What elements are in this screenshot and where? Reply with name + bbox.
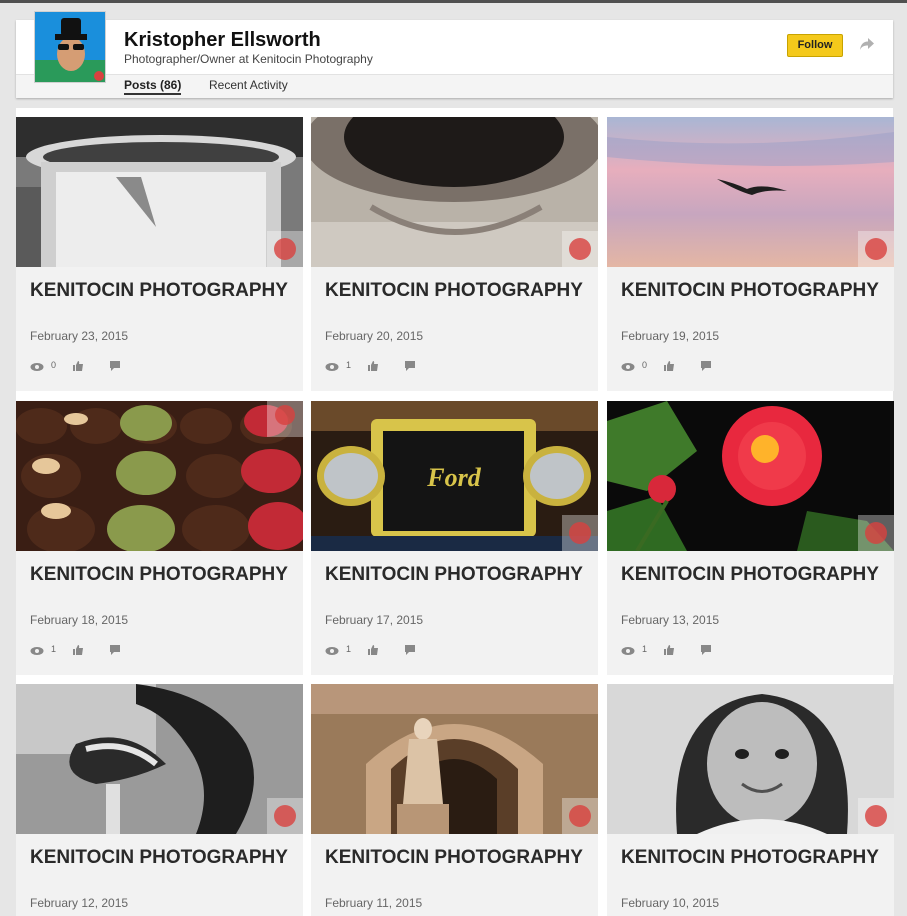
comment-button[interactable]	[404, 643, 416, 661]
tab-recent-activity[interactable]: Recent Activity	[209, 78, 288, 92]
post-date: February 12, 2015	[30, 896, 129, 910]
follow-button[interactable]: Follow	[787, 34, 843, 57]
comment-button[interactable]	[404, 359, 416, 377]
post-date: February 18, 2015	[30, 613, 129, 627]
post-card[interactable]: KENITOCIN PHOTOGRAPHY February 19, 2015 …	[607, 117, 894, 391]
post-date: February 17, 2015	[325, 613, 424, 627]
profile-header: Kristopher Ellsworth Photographer/Owner …	[16, 11, 893, 98]
comment-icon	[701, 645, 711, 655]
views-count: 1	[51, 644, 57, 654]
thumbs-up-icon	[664, 361, 674, 371]
views-count: 1	[346, 360, 352, 370]
post-title[interactable]: KENITOCIN PHOTOGRAPHY	[325, 280, 585, 301]
like-button[interactable]	[663, 359, 675, 377]
post-image[interactable]	[16, 117, 303, 267]
comment-button[interactable]	[109, 359, 121, 377]
views-stat: 1	[30, 643, 56, 661]
post-image[interactable]	[607, 401, 894, 551]
comment-icon	[405, 645, 415, 655]
post-date: February 13, 2015	[621, 613, 720, 627]
post-image[interactable]	[16, 401, 303, 551]
watermark-logo	[858, 515, 894, 551]
views-count: 1	[346, 644, 352, 654]
post-title[interactable]: KENITOCIN PHOTOGRAPHY	[30, 847, 290, 868]
comment-button[interactable]	[700, 359, 712, 377]
post-card[interactable]: KENITOCIN PHOTOGRAPHY February 18, 2015 …	[16, 401, 303, 675]
eye-icon	[621, 647, 635, 655]
eye-icon	[621, 363, 635, 371]
post-image[interactable]: Ford	[311, 401, 598, 551]
share-icon[interactable]	[859, 37, 875, 51]
profile-headline: Photographer/Owner at Kenitocin Photogra…	[124, 52, 373, 66]
post-date: February 23, 2015	[30, 329, 129, 343]
views-stat: 0	[621, 359, 647, 377]
post-card[interactable]: KENITOCIN PHOTOGRAPHY February 13, 2015 …	[607, 401, 894, 675]
views-stat: 1	[325, 359, 351, 377]
views-count: 1	[642, 644, 648, 654]
watermark-logo	[562, 231, 598, 267]
post-card[interactable]: KENITOCIN PHOTOGRAPHY February 20, 2015 …	[311, 117, 598, 391]
watermark-logo	[858, 231, 894, 267]
thumbs-up-icon	[368, 361, 378, 371]
watermark-logo	[562, 798, 598, 834]
like-button[interactable]	[72, 643, 84, 661]
comment-icon	[110, 361, 120, 371]
post-card[interactable]: KENITOCIN PHOTOGRAPHY February 12, 2015	[16, 684, 303, 916]
watermark-logo	[858, 798, 894, 834]
watermark-logo	[267, 401, 303, 437]
post-image[interactable]	[607, 684, 894, 834]
thumbs-up-icon	[664, 645, 674, 655]
like-button[interactable]	[663, 643, 675, 661]
watermark-logo	[562, 515, 598, 551]
post-image[interactable]	[16, 684, 303, 834]
post-date: February 19, 2015	[621, 329, 720, 343]
post-title[interactable]: KENITOCIN PHOTOGRAPHY	[621, 847, 881, 868]
post-title[interactable]: KENITOCIN PHOTOGRAPHY	[325, 564, 585, 585]
thumbs-up-icon	[73, 645, 83, 655]
eye-icon	[325, 363, 339, 371]
post-image[interactable]	[311, 117, 598, 267]
comment-icon	[110, 645, 120, 655]
profile-name[interactable]: Kristopher Ellsworth	[124, 29, 321, 52]
post-date: February 11, 2015	[325, 896, 423, 910]
post-image[interactable]	[311, 684, 598, 834]
svg-text:Ford: Ford	[426, 463, 481, 492]
comment-button[interactable]	[700, 643, 712, 661]
views-count: 0	[51, 360, 57, 370]
thumbs-up-icon	[368, 645, 378, 655]
comment-button[interactable]	[109, 643, 121, 661]
views-stat: 0	[30, 359, 56, 377]
post-title[interactable]: KENITOCIN PHOTOGRAPHY	[621, 280, 881, 301]
tab-posts[interactable]: Posts (86)	[124, 78, 182, 95]
watermark-logo	[267, 231, 303, 267]
post-card[interactable]: KENITOCIN PHOTOGRAPHY February 10, 2015	[607, 684, 894, 916]
like-button[interactable]	[367, 643, 379, 661]
post-card[interactable]: KENITOCIN PHOTOGRAPHY February 11, 2015	[311, 684, 598, 916]
views-count: 0	[642, 360, 648, 370]
eye-icon	[30, 363, 44, 371]
thumbs-up-icon	[73, 361, 83, 371]
eye-icon	[30, 647, 44, 655]
post-title[interactable]: KENITOCIN PHOTOGRAPHY	[621, 564, 881, 585]
watermark-logo	[267, 798, 303, 834]
top-border	[0, 0, 907, 3]
post-image[interactable]	[607, 117, 894, 267]
like-button[interactable]	[367, 359, 379, 377]
post-date: February 10, 2015	[621, 896, 720, 910]
comment-icon	[701, 361, 711, 371]
post-title[interactable]: KENITOCIN PHOTOGRAPHY	[30, 280, 290, 301]
post-title[interactable]: KENITOCIN PHOTOGRAPHY	[325, 847, 585, 868]
like-button[interactable]	[72, 359, 84, 377]
post-title[interactable]: KENITOCIN PHOTOGRAPHY	[30, 564, 290, 585]
views-stat: 1	[621, 643, 647, 661]
avatar[interactable]	[34, 11, 106, 83]
eye-icon	[325, 647, 339, 655]
views-stat: 1	[325, 643, 351, 661]
comment-icon	[405, 361, 415, 371]
post-card[interactable]: Ford KENITOCIN PHOTOGRAPHY February 17, …	[311, 401, 598, 675]
post-card[interactable]: KENITOCIN PHOTOGRAPHY February 23, 2015 …	[16, 117, 303, 391]
post-date: February 20, 2015	[325, 329, 424, 343]
